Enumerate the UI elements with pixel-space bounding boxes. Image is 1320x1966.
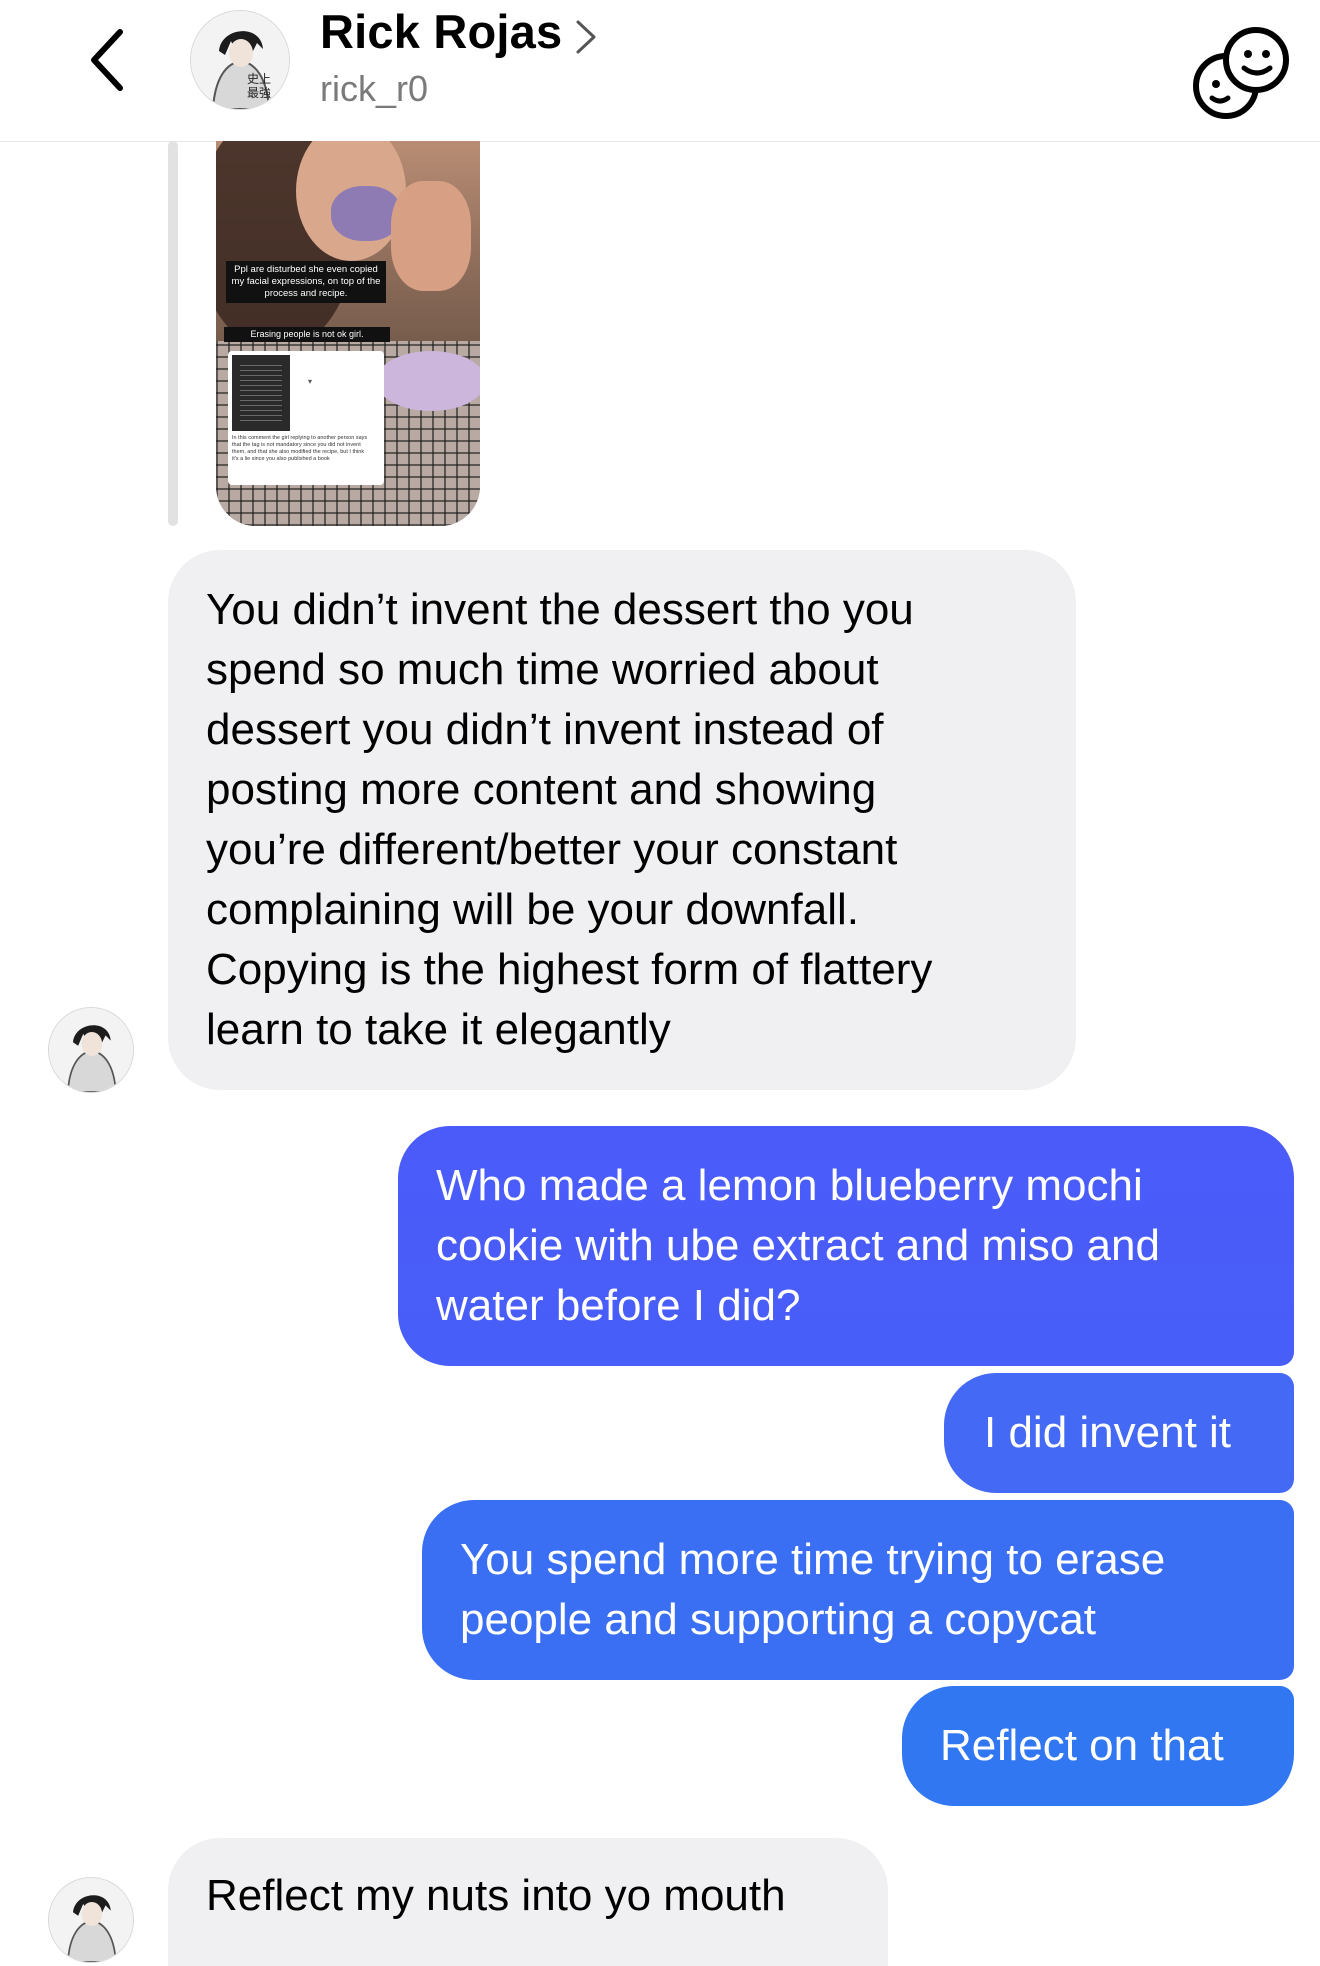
chat-header: 史上 最強 Rick Rojas rick_r0 [0, 0, 1320, 142]
contact-name[interactable]: Rick Rojas [320, 4, 562, 59]
post-caption-bottom: Erasing people is not ok girl. [224, 327, 390, 342]
sender-avatar[interactable] [48, 1007, 134, 1093]
sender-avatar[interactable] [48, 1877, 134, 1963]
contact-username: rick_r0 [320, 68, 429, 109]
reply-indicator-bar [168, 141, 178, 526]
svg-text:最強: 最強 [247, 86, 271, 100]
message-sent[interactable]: I did invent it [944, 1373, 1294, 1493]
chat-effects-icon[interactable] [1178, 18, 1298, 128]
embedded-screenshot: ▾ In this comment the girl replying to a… [228, 351, 384, 485]
embedded-screenshot-text: In this comment the girl replying to ano… [232, 435, 368, 462]
header-avatar[interactable]: 史上 最強 [190, 10, 290, 110]
message-sent[interactable]: Reflect on that [902, 1686, 1294, 1806]
post-caption-top: Ppl are disturbed she even copied my fac… [226, 261, 386, 303]
shared-post-thumbnail[interactable]: Ppl are disturbed she even copied my fac… [216, 141, 480, 526]
message-received[interactable]: You didn’t invent the dessert tho you sp… [168, 550, 1076, 1090]
message-received[interactable]: Reflect my nuts into yo mouth [168, 1838, 888, 1966]
message-sent[interactable]: You spend more time trying to erase peop… [422, 1500, 1294, 1680]
chevron-right-icon[interactable] [572, 12, 600, 62]
back-arrow-icon[interactable] [80, 24, 136, 96]
pointer-icon: ▾ [308, 377, 313, 386]
svg-text:史上: 史上 [247, 72, 271, 86]
message-sent[interactable]: Who made a lemon blueberry mochi cookie … [398, 1126, 1294, 1366]
